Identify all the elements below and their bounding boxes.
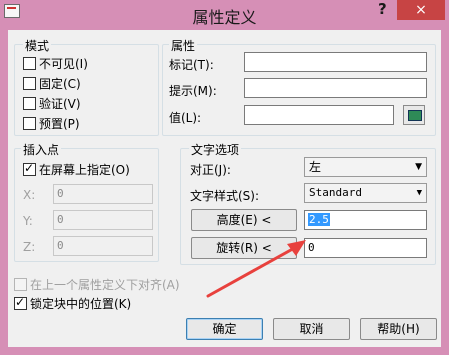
invisible-checkbox-label: 不可见(I) [39,57,88,71]
text-style-label: 文字样式(S): [190,189,260,203]
rotation-button[interactable]: 旋转(R) < [191,237,297,259]
rotation-input[interactable]: 0 [304,238,427,258]
align-below-checkbox[interactable]: 在上一个属性定义下对齐(A) [14,276,180,293]
constant-checkbox-box[interactable] [23,77,36,90]
align-below-checkbox-box[interactable] [14,278,27,291]
text-style-value: Standard [309,186,362,199]
align-below-label: 在上一个属性定义下对齐(A) [30,278,180,292]
specify-on-screen-label: 在屏幕上指定(O) [39,163,130,177]
x-label: X: [23,188,36,202]
constant-checkbox-label: 固定(C) [39,77,81,91]
tag-input[interactable] [244,52,427,72]
prompt-input[interactable] [244,78,427,98]
y-input[interactable]: 0 [53,210,153,230]
ok-button[interactable]: 确定 [186,318,263,340]
preset-checkbox-label: 预置(P) [39,117,80,131]
tag-label: 标记(T): [169,58,214,72]
help-icon[interactable]: ? [378,0,387,18]
z-label: Z: [23,240,36,254]
insertion-point-title: 插入点 [21,141,62,158]
height-input[interactable]: 2.5 [304,210,427,230]
text-options-title: 文字选项 [189,141,242,158]
prompt-label: 提示(M): [169,84,217,98]
cancel-button[interactable]: 取消 [273,318,350,340]
x-input[interactable]: 0 [53,184,153,204]
text-style-dropdown[interactable]: Standard ▼ [304,183,427,203]
height-button[interactable]: 高度(E) < [191,209,297,231]
insert-field-icon[interactable] [403,105,425,125]
height-value: 2.5 [308,213,330,226]
value-input[interactable] [244,105,394,125]
justify-label: 对正(J): [190,163,231,177]
specify-on-screen-checkbox-box[interactable] [23,161,36,176]
justify-value: 左 [309,160,322,174]
help-button[interactable]: 帮助(H) [360,318,437,340]
preset-checkbox-box[interactable] [23,117,36,130]
close-button[interactable]: × [397,0,445,20]
specify-on-screen-checkbox[interactable]: 在屏幕上指定(O) [23,161,130,178]
attribute-group-title: 属性 [169,37,198,54]
verify-checkbox[interactable]: 验证(V) [23,95,81,112]
z-input[interactable]: 0 [53,236,153,256]
justify-dropdown[interactable]: 左 ▼ [304,157,427,177]
lock-position-label: 锁定块中的位置(K) [30,297,132,311]
mode-group-title: 模式 [23,37,52,54]
invisible-checkbox[interactable]: 不可见(I) [23,55,88,72]
constant-checkbox[interactable]: 固定(C) [23,75,81,92]
lock-position-checkbox-box[interactable] [14,295,27,310]
invisible-checkbox-box[interactable] [23,57,36,70]
verify-checkbox-label: 验证(V) [39,97,81,111]
title-bar[interactable]: 属性定义 ? × [0,0,449,30]
y-label: Y: [23,214,33,228]
chevron-down-icon: ▼ [416,188,422,198]
preset-checkbox[interactable]: 预置(P) [23,115,80,132]
verify-checkbox-box[interactable] [23,97,36,110]
lock-position-checkbox[interactable]: 锁定块中的位置(K) [14,295,131,312]
value-label: 值(L): [169,111,202,125]
chevron-down-icon: ▼ [415,162,422,172]
dialog-body: 模式 不可见(I) 固定(C) 验证(V) 预置(P) 属性 标记(T): 提示… [8,30,441,347]
